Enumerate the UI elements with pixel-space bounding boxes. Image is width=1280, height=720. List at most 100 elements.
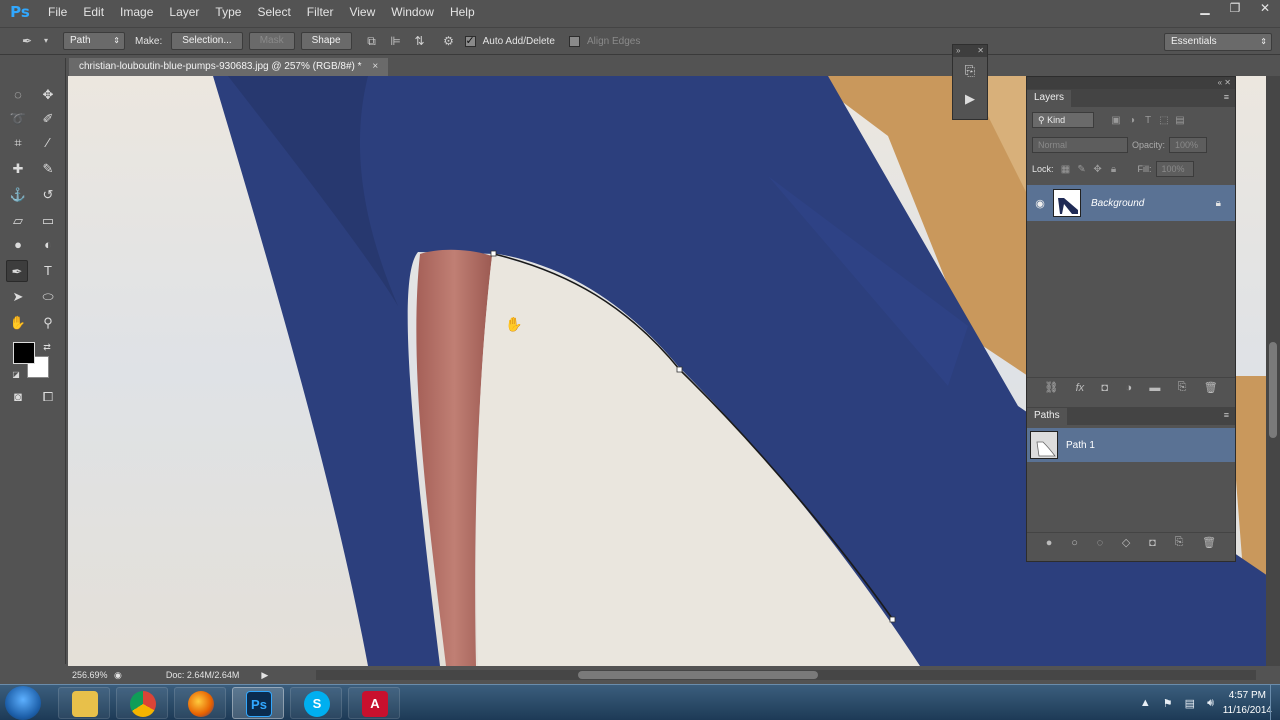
close-tab-icon[interactable]: × (372, 61, 378, 72)
collapse-icon[interactable]: « (1218, 78, 1222, 87)
tab-paths[interactable]: Paths (1027, 408, 1067, 425)
default-colors-icon[interactable]: ◪ (5, 364, 27, 386)
workspace-select[interactable]: Essentials ⇕ (1164, 33, 1272, 51)
gradient-tool-icon[interactable]: ▭ (37, 210, 59, 232)
lock-all-icon[interactable]: 🔒︎ (1106, 164, 1122, 175)
lock-position-icon[interactable]: ✥ (1090, 164, 1106, 175)
lasso-tool-icon[interactable]: ➰ (7, 108, 29, 130)
type-tool-icon[interactable]: T (37, 260, 59, 282)
eraser-tool-icon[interactable]: ▱ (7, 210, 29, 232)
layer-row-background[interactable]: ◉ Background 🔒︎ (1027, 185, 1235, 221)
quick-mask-icon[interactable]: ◙ (7, 386, 29, 408)
new-path-icon[interactable]: ⎘ (1175, 536, 1184, 549)
hand-tool-icon[interactable]: ✋ (7, 312, 29, 334)
action-center-flag-icon[interactable]: ⚑ (1163, 697, 1173, 710)
actions-play-icon[interactable]: ▶ (953, 85, 987, 113)
add-mask-icon[interactable]: ◘ (1149, 537, 1156, 549)
tool-mode-select[interactable]: Path ⇕ (63, 32, 125, 50)
fx-icon[interactable]: fx (1076, 382, 1085, 394)
history-brush-tool-icon[interactable]: ↺ (37, 184, 59, 206)
start-button[interactable] (5, 686, 41, 720)
taskbar-chrome[interactable] (116, 687, 168, 719)
taskbar-adobe-reader[interactable]: A (348, 687, 400, 719)
marquee-tool-icon[interactable]: ◌ (7, 84, 29, 106)
pixel-filter-icon[interactable]: ▣ (1108, 115, 1124, 126)
menu-image[interactable]: Image (112, 5, 161, 19)
show-hidden-icons-icon[interactable]: ▲ (1140, 697, 1151, 709)
path-arrangement-icon[interactable]: ⇅ (411, 32, 429, 50)
make-shape-button[interactable]: Shape (300, 32, 352, 50)
opacity-input[interactable]: 100% (1169, 137, 1208, 153)
visibility-eye-icon[interactable]: ◉ (1027, 197, 1053, 210)
layer-filter-select[interactable]: ⚲ Kind (1032, 112, 1094, 128)
menu-layer[interactable]: Layer (161, 5, 207, 19)
make-work-path-icon[interactable]: ◇ (1122, 536, 1130, 549)
taskbar-firefox[interactable] (174, 687, 226, 719)
swap-colors-icon[interactable]: ⇄ (36, 336, 58, 358)
horizontal-scroll-thumb[interactable] (578, 671, 818, 679)
pen-tool-icon[interactable]: ✒ (6, 260, 28, 282)
make-mask-button[interactable]: Mask (248, 32, 295, 50)
screen-mode-icon[interactable]: ⧠ (37, 386, 59, 408)
taskbar-skype[interactable]: S (290, 687, 342, 719)
zoom-level-field[interactable]: 256.69% (66, 670, 114, 680)
align-edges-checkbox[interactable]: Align Edges (568, 35, 640, 47)
smart-object-filter-icon[interactable]: ▤ (1172, 115, 1188, 126)
auto-add-delete-checkbox[interactable]: Auto Add/Delete (464, 34, 555, 47)
vertical-scroll-thumb[interactable] (1269, 342, 1277, 438)
path-operations-icon[interactable]: ⧉ (363, 32, 381, 50)
new-group-icon[interactable]: ▬ (1149, 382, 1160, 394)
trash-icon[interactable]: 🗑︎ (1202, 536, 1216, 549)
mini-panel-header[interactable]: » ✕ (953, 45, 987, 57)
menu-type[interactable]: Type (207, 5, 249, 19)
gear-icon[interactable]: ⚙ (440, 32, 458, 50)
fill-input[interactable]: 100% (1155, 161, 1194, 177)
quick-selection-tool-icon[interactable]: ✐ (37, 108, 59, 130)
menu-file[interactable]: File (40, 5, 75, 19)
horizontal-scrollbar[interactable] (316, 670, 1256, 680)
menu-view[interactable]: View (341, 5, 383, 19)
path-alignment-icon[interactable]: ⊫ (387, 32, 405, 50)
menu-window[interactable]: Window (383, 5, 442, 19)
vertical-scrollbar[interactable] (1266, 76, 1280, 666)
adjustment-layer-icon[interactable]: ◑ (1125, 382, 1132, 394)
menu-help[interactable]: Help (442, 5, 483, 19)
path-selection-tool-icon[interactable]: ➤ (7, 286, 29, 308)
eyedropper-tool-icon[interactable]: ⁄ (37, 132, 59, 154)
type-filter-icon[interactable]: T (1140, 115, 1156, 126)
close-button[interactable]: ✕ (1250, 0, 1280, 18)
trash-icon[interactable]: 🗑︎ (1204, 381, 1218, 394)
tab-layers[interactable]: Layers (1027, 90, 1072, 107)
close-icon[interactable]: ✕ (1224, 78, 1231, 87)
show-desktop-button[interactable] (1270, 685, 1280, 720)
fill-path-icon[interactable]: ● (1046, 537, 1053, 549)
dodge-tool-icon[interactable]: ◐ (37, 234, 59, 256)
collapse-icon[interactable]: » (956, 45, 960, 57)
healing-brush-tool-icon[interactable]: ✚ (7, 158, 29, 180)
chevron-down-icon[interactable]: ▾ (42, 32, 50, 50)
link-layers-icon[interactable]: ⛓ (1044, 381, 1058, 394)
document-tab[interactable]: christian-louboutin-blue-pumps-930683.jp… (69, 58, 389, 76)
new-layer-icon[interactable]: ⎘ (1178, 381, 1187, 394)
history-panel-icon[interactable]: ⎘ (953, 57, 987, 85)
shape-filter-icon[interactable]: ⬚ (1156, 115, 1172, 126)
status-menu-arrow-icon[interactable]: ▶ (261, 670, 268, 681)
lock-transparent-icon[interactable]: ▦ (1058, 164, 1074, 175)
move-tool-icon[interactable]: ✥ (37, 84, 59, 106)
volume-icon[interactable]: 🔊︎ (1207, 697, 1214, 710)
add-mask-icon[interactable]: ◘ (1101, 382, 1108, 394)
taskbar-clock[interactable]: 4:57 PM 11/16/2014 (1223, 688, 1272, 718)
network-icon[interactable]: ▤ (1185, 697, 1195, 710)
clone-stamp-tool-icon[interactable]: ⚓ (7, 184, 29, 206)
blend-mode-select[interactable]: Normal (1032, 137, 1128, 153)
stroke-path-icon[interactable]: ○ (1071, 537, 1078, 549)
menu-select[interactable]: Select (249, 5, 298, 19)
zoom-tool-icon[interactable]: ⚲ (37, 312, 59, 334)
pen-tool-preset-icon[interactable]: ✒ (18, 32, 36, 50)
blur-tool-icon[interactable]: ● (7, 234, 29, 256)
adjustment-filter-icon[interactable]: ◑ (1124, 115, 1140, 126)
panel-menu-icon[interactable]: ≡ (1224, 92, 1229, 102)
minimize-button[interactable]: ▁ (1190, 0, 1220, 18)
ellipse-tool-icon[interactable]: ⬭ (37, 286, 59, 308)
doc-info-icon[interactable]: ◉ (114, 670, 122, 681)
